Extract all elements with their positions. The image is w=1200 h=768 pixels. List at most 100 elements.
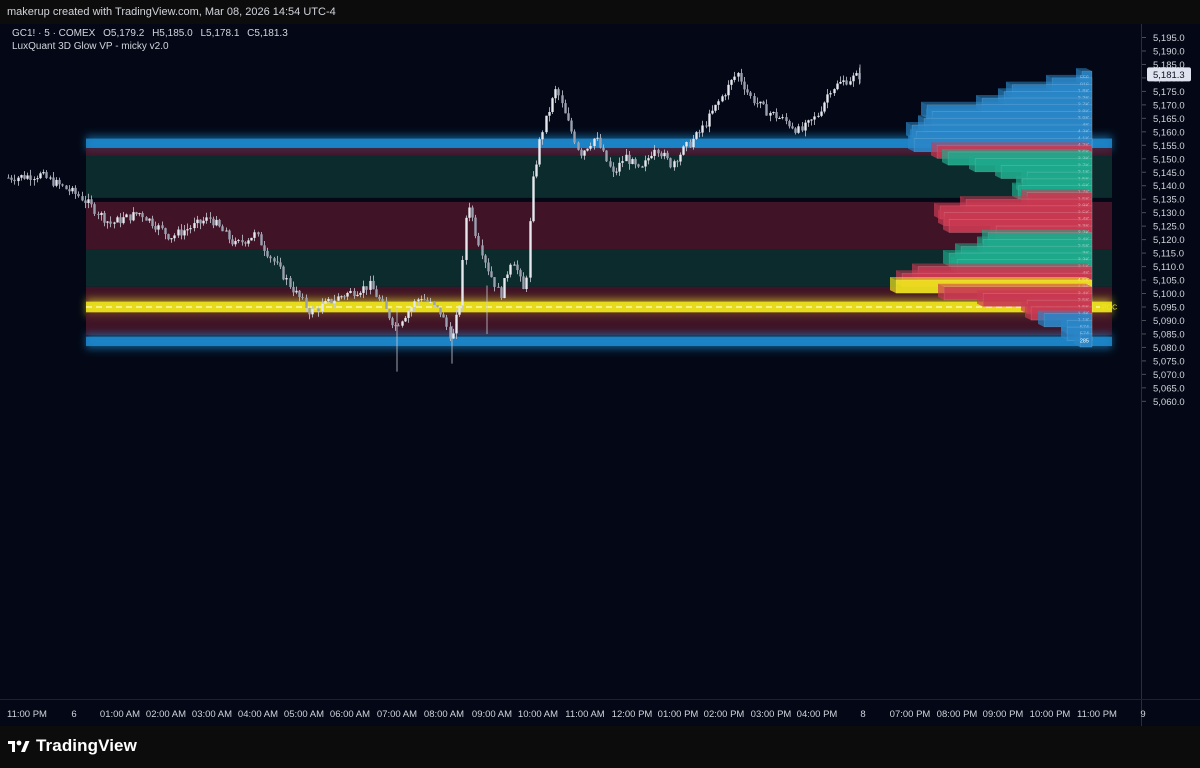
price-tick-label: 5,155.0 <box>1153 141 1185 152</box>
candle-body <box>378 296 381 300</box>
candle-body <box>385 301 388 309</box>
candle-body <box>87 199 90 203</box>
time-tick-label: 6 <box>71 709 76 720</box>
candle-body <box>237 240 240 242</box>
price-tick-label: 5,145.0 <box>1153 168 1185 179</box>
vp-bar-top <box>960 196 1092 200</box>
candle-body <box>724 95 727 97</box>
candle-body <box>81 196 84 201</box>
legend-symbol[interactable]: GC1! · 5 · COMEX <box>12 28 95 39</box>
zone-red <box>86 312 1112 336</box>
candle-body <box>826 94 829 103</box>
candle-body <box>621 161 624 163</box>
vp-bar-top <box>1016 175 1092 179</box>
vp-bar-top <box>977 236 1092 240</box>
candle-body <box>644 160 647 167</box>
vp-bar-top <box>976 95 1092 99</box>
candle-body <box>221 226 224 232</box>
candle-body <box>445 317 448 327</box>
time-tick-label: 10:00 AM <box>518 709 558 720</box>
candle-body <box>573 131 576 143</box>
candle-body <box>599 137 602 148</box>
candle-body <box>653 149 656 156</box>
candle-body <box>337 296 340 301</box>
vp-bar-top <box>1046 74 1092 78</box>
vp-bar-top <box>942 148 1092 152</box>
time-tick-label: 04:00 PM <box>797 709 838 720</box>
candle-body <box>170 238 173 240</box>
candle-body <box>29 175 32 180</box>
candle-body <box>484 255 487 263</box>
candle-body <box>365 286 368 290</box>
candle-body <box>785 117 788 122</box>
time-tick-label: 01:00 AM <box>100 709 140 720</box>
candle-body <box>164 228 167 235</box>
candle-body <box>663 152 666 157</box>
candle-body <box>813 116 816 120</box>
candle-body <box>113 222 116 224</box>
candle-body <box>509 264 512 275</box>
chart-area[interactable]: POC5569161.8K2.2K2.7K3.8K3.9K4K4.3K4.1K4… <box>0 24 1200 726</box>
candle-body <box>618 162 621 172</box>
candle-body <box>247 240 250 244</box>
vp-bar-top <box>998 88 1092 92</box>
candle-body <box>721 96 724 102</box>
brand-name: TradingView <box>36 736 137 755</box>
candle-body <box>333 300 336 304</box>
vp-bar-top <box>896 270 1092 274</box>
tradingview-logo[interactable]: TradingView <box>8 736 137 756</box>
candle-body <box>132 212 135 221</box>
vp-bar-top <box>943 216 1092 220</box>
candle-body <box>215 219 218 226</box>
candle-body <box>356 294 359 297</box>
time-tick-label: 05:00 AM <box>284 709 324 720</box>
price-tick-label: 5,160.0 <box>1153 127 1185 138</box>
candle-body <box>772 112 775 114</box>
candle-body <box>269 256 272 259</box>
candle-body <box>817 115 820 117</box>
candle-body <box>829 93 832 95</box>
price-tick-label: 5,120.0 <box>1153 235 1185 246</box>
candle-body <box>26 175 29 179</box>
chart-canvas[interactable]: POC5569161.8K2.2K2.7K3.8K3.9K4K4.3K4.1K4… <box>0 24 1200 726</box>
time-tick-label: 11:00 PM <box>7 709 47 720</box>
candle-body <box>321 303 324 312</box>
price-tick-label: 5,085.0 <box>1153 329 1185 340</box>
candle-body <box>557 89 560 96</box>
time-tick-label: 09:00 AM <box>472 709 512 720</box>
candle-body <box>212 218 215 226</box>
candle-body <box>548 112 551 116</box>
candle-body <box>23 175 26 179</box>
candle-body <box>836 83 839 90</box>
time-tick-label: 11:00 AM <box>565 709 605 720</box>
candle-body <box>570 120 573 132</box>
candle-body <box>317 308 320 312</box>
candle-body <box>199 219 202 224</box>
candle-body <box>487 262 490 272</box>
candle-body <box>855 73 858 76</box>
candle-body <box>234 241 237 245</box>
candle-body <box>375 289 378 297</box>
candle-body <box>7 177 10 179</box>
price-axis: 5,195.05,190.05,185.05,180.05,175.05,170… <box>1141 24 1191 726</box>
candle-body <box>369 280 372 290</box>
candle-body <box>244 242 247 244</box>
candle-body <box>753 95 756 104</box>
legend-indicator[interactable]: LuxQuant 3D Glow VP - micky v2.0 <box>12 41 169 52</box>
candle-body <box>436 305 439 308</box>
candle-body <box>381 299 384 302</box>
candle-body <box>289 278 292 287</box>
candle-body <box>804 122 807 131</box>
vp-bar-top <box>934 202 1092 206</box>
candle-body <box>455 314 458 334</box>
current-price-label: 5,181.3 <box>1153 70 1185 81</box>
candle-body <box>157 225 160 230</box>
candle-body <box>849 81 852 85</box>
vp-bar-top <box>890 276 1092 280</box>
candle-body <box>263 245 266 251</box>
candle-body <box>500 287 503 299</box>
candle-body <box>477 235 480 246</box>
candle-body <box>420 299 423 301</box>
legend-high: H5,185.0 <box>152 28 193 39</box>
candle-body <box>241 240 244 243</box>
